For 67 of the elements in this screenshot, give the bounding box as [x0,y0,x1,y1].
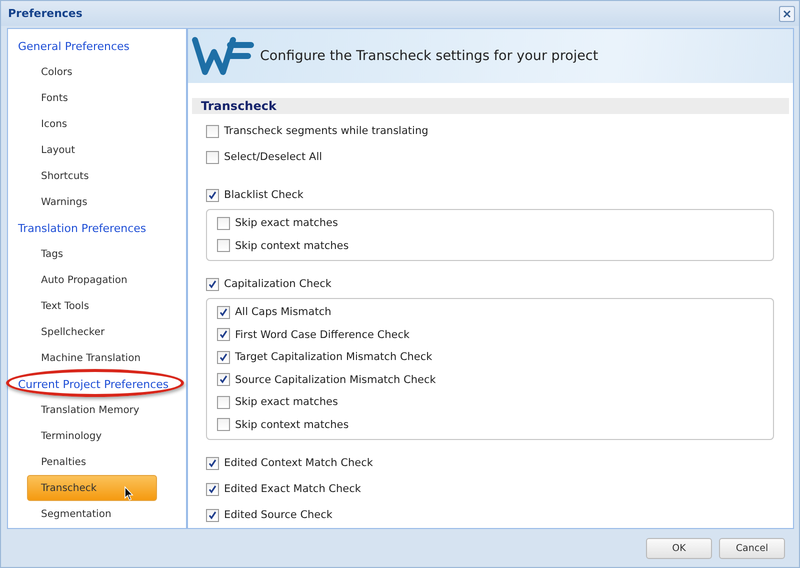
sidebar-item[interactable]: Shortcuts [27,163,157,189]
sidebar-item[interactable]: Tags [27,241,157,267]
checkbox[interactable] [217,239,230,252]
sidebar-item[interactable]: Segmentation [27,501,157,527]
close-button[interactable] [779,6,795,22]
checkbox[interactable] [206,456,219,470]
sidebar-item[interactable]: Icons [27,111,157,137]
sidebar-item[interactable]: Translation Memory [27,397,157,423]
checkbox[interactable] [217,306,230,319]
checkmark-icon [208,190,217,200]
checkbox-label: Edited Context Match Check [224,457,373,469]
sidebar-item[interactable]: Spellchecker [27,319,157,345]
checkbox-label: Blacklist Check [224,189,304,201]
checkbox[interactable] [206,508,219,522]
sidebar-item[interactable]: Text Tools [27,293,157,319]
cursor-icon [124,486,134,501]
checkbox[interactable] [217,350,230,364]
sidebar-heading[interactable]: General Preferences [18,40,130,52]
close-icon [783,10,791,18]
sidebar-item[interactable]: Transcheck [27,475,157,501]
checkbox-label: Skip context matches [235,418,349,431]
checkbox-label: Edited Source Check [224,509,332,521]
checkbox-label: Capitalization Check [224,278,332,290]
dialog-button[interactable]: OK [646,538,712,558]
checkmark-icon [208,458,217,468]
section-header: Transcheck [192,98,789,114]
checkmark-icon [219,375,228,384]
checkmark-icon [219,352,228,362]
checkbox-label: First Word Case Difference Check [235,328,410,341]
checkbox[interactable] [217,418,230,432]
checkbox-label: Skip exact matches [235,217,338,230]
window-title: Preferences [8,7,82,20]
checkbox[interactable] [217,396,230,409]
logo-icon [192,36,254,76]
checkmark-icon [208,510,217,520]
checkmark-icon [219,308,228,317]
checkbox[interactable] [217,373,230,386]
checkbox[interactable] [206,124,219,138]
checkmark-icon [208,280,217,288]
sidebar-item[interactable]: Layout [27,137,157,163]
sidebar-item[interactable]: Machine Translation [27,345,157,371]
sidebar-item[interactable]: Fonts [27,85,157,111]
checkbox[interactable] [206,278,219,290]
sidebar-item[interactable]: Warnings [27,189,157,215]
checkbox-label: Skip context matches [235,240,349,252]
dialog-button[interactable]: Cancel [719,538,785,558]
checkbox-label: Edited Exact Match Check [224,483,361,495]
sidebar-item[interactable]: Penalties [27,449,157,475]
checkbox[interactable] [217,328,230,342]
checkbox[interactable] [206,188,219,202]
checkbox[interactable] [206,150,219,164]
checkbox[interactable] [206,482,219,496]
checkbox-label: Skip exact matches [235,396,338,408]
checkbox-label: Transcheck segments while translating [224,125,428,137]
banner-text: Configure the Transcheck settings for your project [260,48,598,64]
sidebar-item[interactable]: Colors [27,59,157,85]
checkmark-icon [208,484,217,494]
checkbox-label: Select/Deselect All [224,151,322,163]
checkbox[interactable] [217,216,230,230]
sidebar-heading[interactable]: Current Project Preferences [18,378,169,390]
sidebar-item[interactable]: Terminology [27,423,157,449]
sidebar-heading[interactable]: Translation Preferences [18,222,146,234]
checkbox-label: Source Capitalization Mismatch Check [235,374,436,386]
checkbox-label: All Caps Mismatch [235,306,332,318]
checkbox-label: Target Capitalization Mismatch Check [235,351,432,364]
sidebar-item[interactable]: Auto Propagation [27,267,157,293]
checkmark-icon [219,330,228,340]
